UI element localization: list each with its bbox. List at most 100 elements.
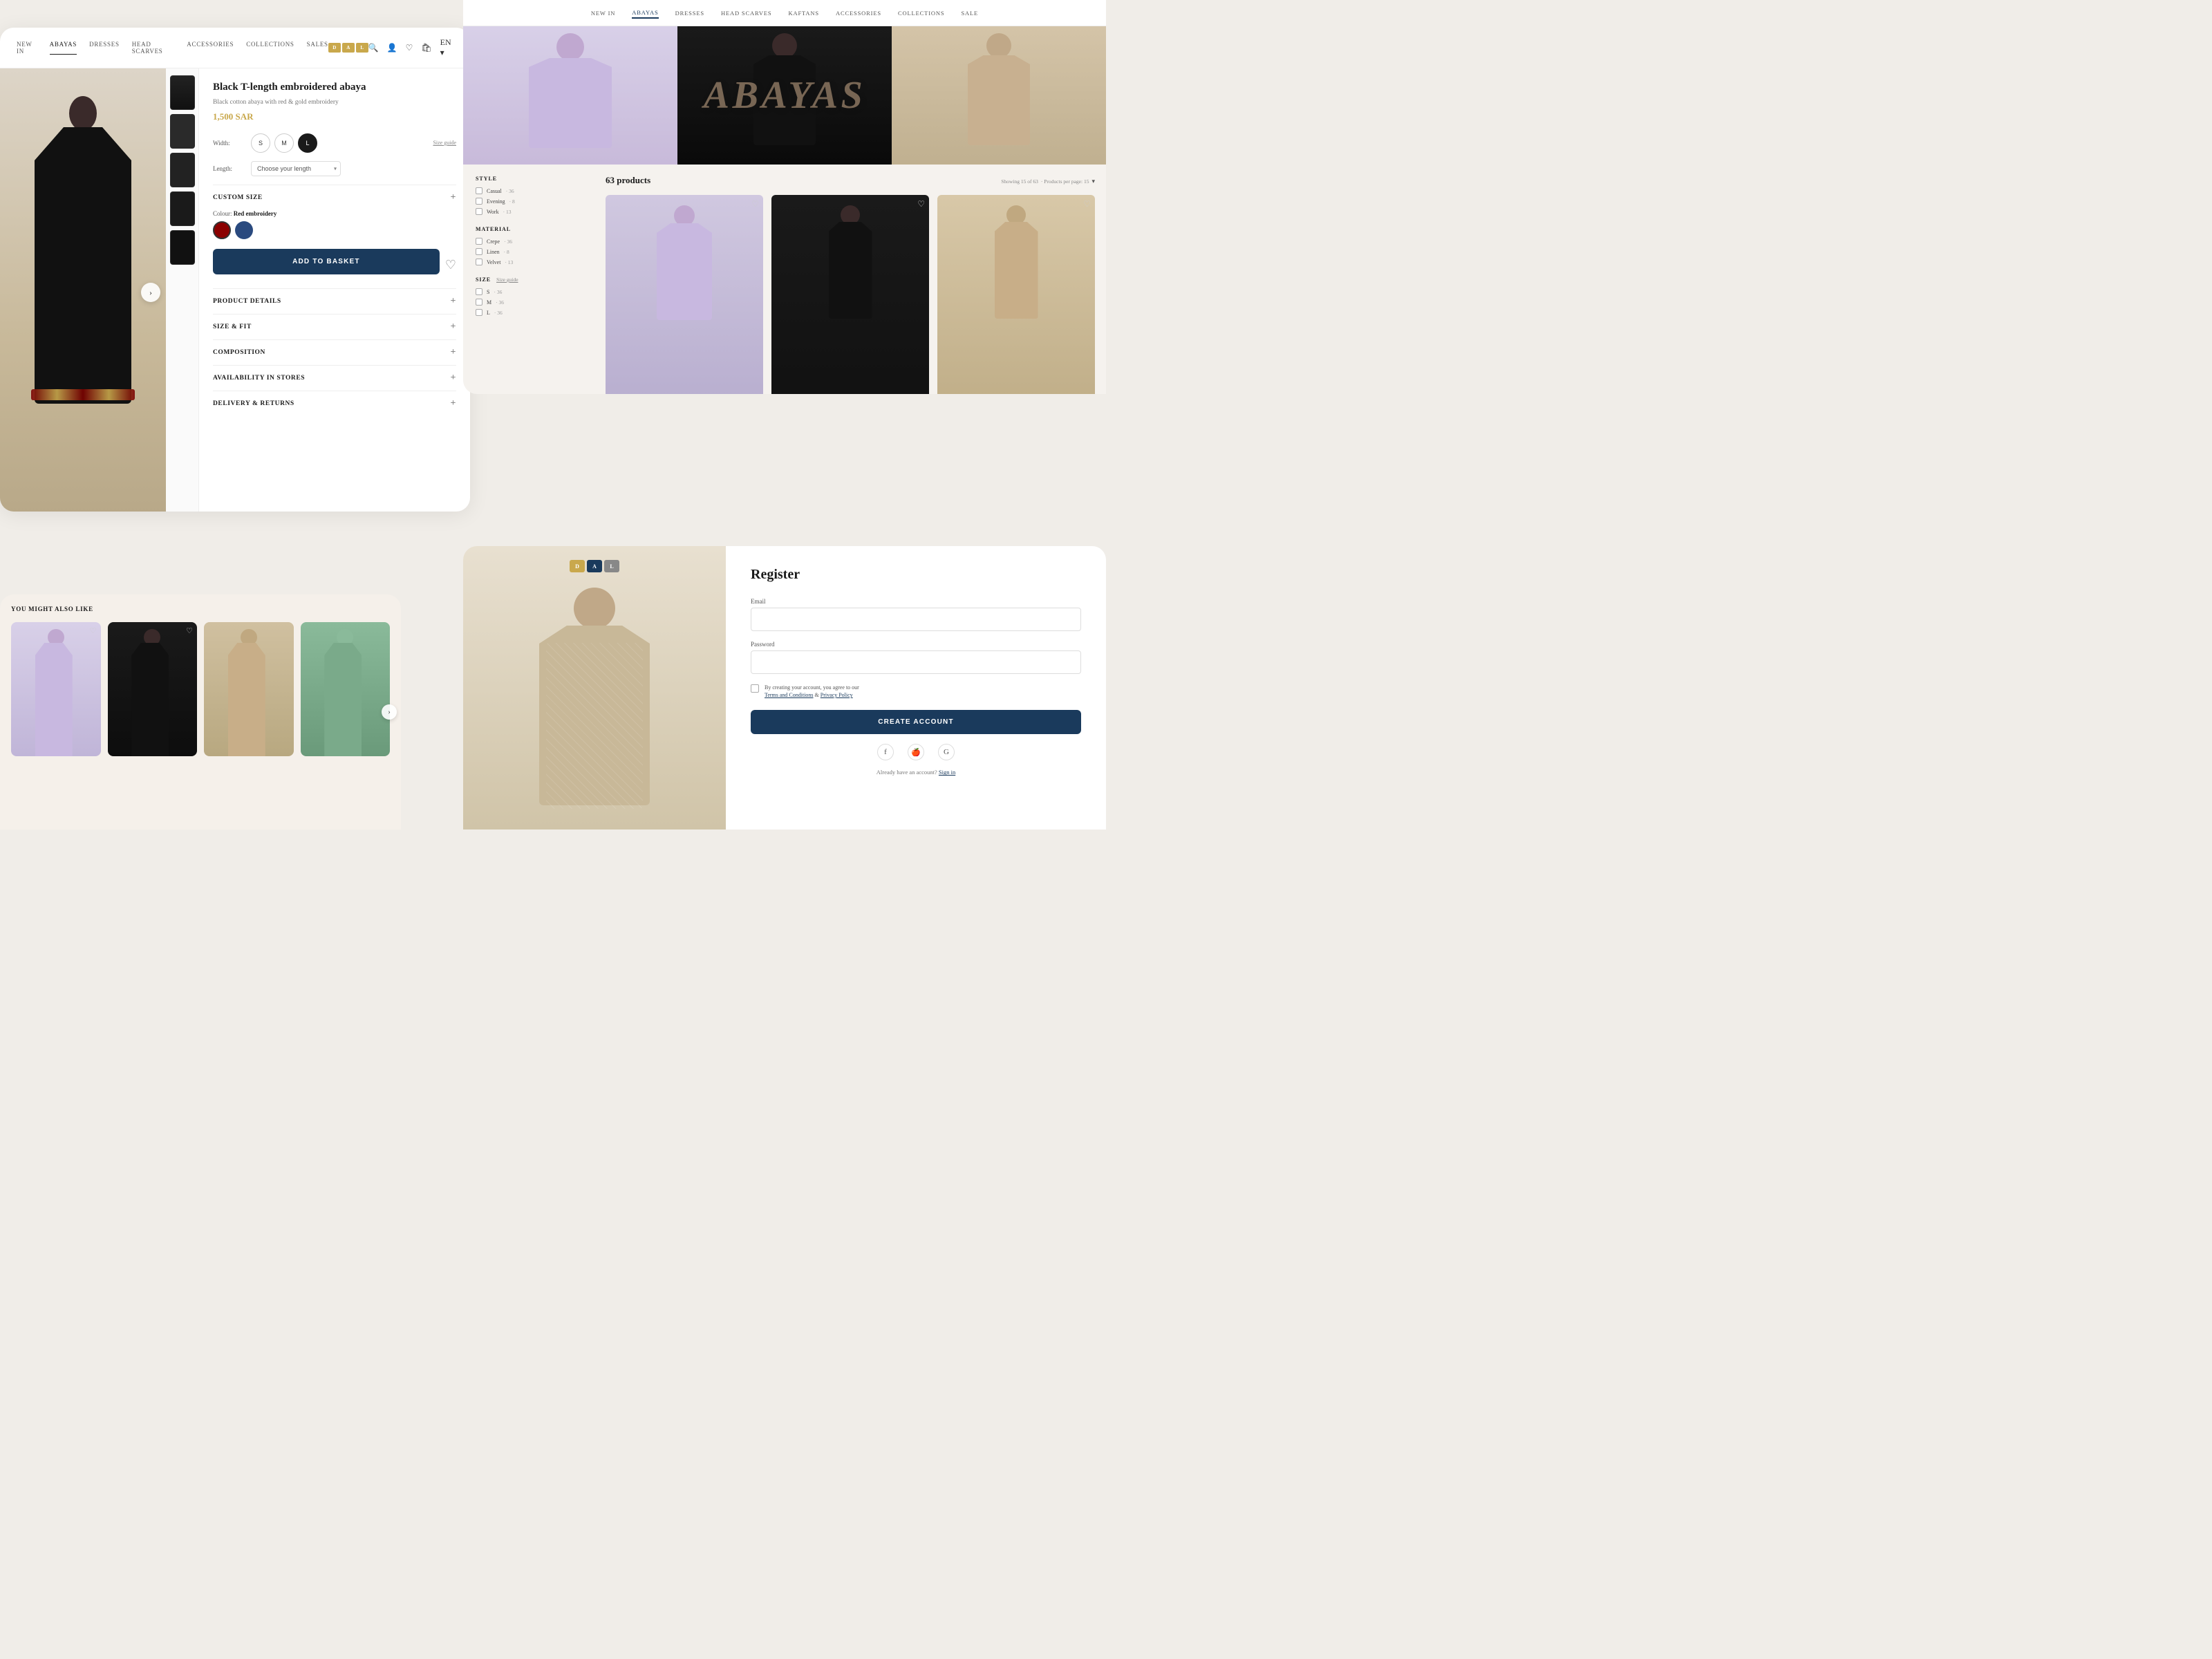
register-panel: D A L Register Email Password By creatin… [463,546,1106,830]
filter-size-m[interactable]: M · 36 [476,299,582,306]
add-to-basket-button[interactable]: ADD TO BASKET [213,249,440,274]
filter-linen-checkbox[interactable] [476,248,482,255]
product-card-3[interactable]: ♡ Beige winter wool emb... 1,500 SAR [937,195,1095,394]
facebook-icon[interactable]: f [877,744,894,760]
product-price: 1,500 SAR [213,111,456,122]
colour-swatch-blue[interactable] [235,221,253,239]
nav-head-scarves[interactable]: HEAD SCARVES [132,41,175,55]
product-card-1[interactable]: ♡ Lilac embroidered silk abaya 1,500 SAR [606,195,763,394]
thumbnail-2[interactable] [170,114,195,149]
availability-section[interactable]: AVAILABILITY IN STORES + [213,365,456,391]
coll-nav-kaftans[interactable]: KAFTANS [788,8,818,18]
nav-abayas[interactable]: ABAYAS [50,41,77,55]
size-l-button[interactable]: L [298,133,317,153]
filter-evening-checkbox[interactable] [476,198,482,205]
hero-fig-3-bg [892,26,1106,165]
nav-dresses[interactable]: DRESSES [89,41,120,55]
register-logo-d: D [570,560,585,572]
size-s-button[interactable]: S [251,133,270,153]
size-fit-toggle[interactable]: + [450,321,456,332]
composition-toggle[interactable]: + [450,347,456,358]
language-selector[interactable]: EN ▾ [440,37,453,58]
coll-nav-dresses[interactable]: DRESSES [675,8,704,18]
thumbnail-3[interactable] [170,153,195,187]
custom-size-toggle[interactable]: + [450,192,456,203]
product-card-2[interactable]: ♡ Black embroidered cotton abaya 1,500 S… [771,195,929,394]
filter-size-m-checkbox[interactable] [476,299,482,306]
coll-nav-abayas[interactable]: ABAYAS [632,8,658,19]
filter-casual[interactable]: Casual · 36 [476,187,582,194]
filter-crepe[interactable]: Crepe · 36 [476,238,582,245]
style-filter-title: STYLE [476,176,582,182]
coll-nav-collections[interactable]: COLLECTIONS [898,8,944,18]
product-card-3-wishlist[interactable]: ♡ [1083,199,1091,209]
also-card-1[interactable]: ♡ [11,622,101,756]
account-icon[interactable]: 👤 [387,43,397,53]
password-input[interactable] [751,650,1081,674]
product-card-2-wishlist[interactable]: ♡ [917,199,925,209]
also-like-next[interactable]: › [382,704,397,720]
size-guide-link[interactable]: Size guide [433,140,456,146]
filter-work[interactable]: Work · 13 [476,208,582,215]
coll-nav-accessories[interactable]: ACCESSORIES [836,8,881,18]
also-card-3-image [204,622,294,756]
thumbnail-4[interactable] [170,191,195,226]
thumbnail-5[interactable] [170,230,195,265]
filter-velvet[interactable]: Velvet · 13 [476,259,582,265]
colour-swatches [213,221,456,239]
filter-size-l[interactable]: L · 36 [476,309,582,316]
product-card-1-wishlist[interactable]: ♡ [751,199,759,209]
nav-collections[interactable]: COLLECTIONS [246,41,294,55]
filter-velvet-checkbox[interactable] [476,259,482,265]
delivery-section[interactable]: DELIVERY & RETURNS + [213,391,456,416]
hero-fig-3 [892,26,1106,165]
per-page-dropdown[interactable]: ▾ [1091,178,1095,185]
custom-size-row[interactable]: CUSTOM SIZE + [213,185,456,210]
filter-size-l-checkbox[interactable] [476,309,482,316]
product-details-toggle[interactable]: + [450,296,456,307]
composition-section[interactable]: COMPOSITION + [213,339,456,365]
length-select[interactable]: Choose your length Short Regular Long [251,161,341,176]
search-icon[interactable]: 🔍 [368,43,379,53]
also-card-4[interactable] [301,622,391,756]
terms-checkbox[interactable] [751,684,759,693]
google-icon[interactable]: G [938,744,955,760]
filter-casual-checkbox[interactable] [476,187,482,194]
email-input[interactable] [751,608,1081,631]
also-card-2-wishlist[interactable]: ♡ [186,626,193,635]
also-card-1-wishlist[interactable]: ♡ [90,626,97,635]
product-card-3-bg [937,195,1095,394]
coll-nav-sale[interactable]: SALE [961,8,978,18]
create-account-button[interactable]: CREATE ACCOUNT [751,710,1081,734]
product-details-section[interactable]: PRODUCT DETAILS + [213,288,456,314]
filter-work-checkbox[interactable] [476,208,482,215]
next-image-button[interactable]: › [141,283,160,302]
size-m-button[interactable]: M [274,133,294,153]
filter-size-s[interactable]: S · 36 [476,288,582,295]
terms-link[interactable]: Terms and Conditions [765,692,814,698]
availability-toggle[interactable]: + [450,373,456,384]
filter-size-s-checkbox[interactable] [476,288,482,295]
apple-icon[interactable]: 🍎 [908,744,924,760]
nav-sales[interactable]: SALES [307,41,328,55]
nav-new-in[interactable]: NEW IN [17,41,37,55]
also-card-2[interactable]: ♡ [108,622,198,756]
filter-crepe-checkbox[interactable] [476,238,482,245]
cart-icon[interactable]: 🛍 [421,43,431,53]
size-filter-guide[interactable]: Size guide [496,276,518,283]
nav-accessories[interactable]: ACCESSORIES [187,41,234,55]
product-subtitle: Black cotton abaya with red & gold embro… [213,99,456,106]
colour-swatch-red[interactable] [213,221,231,239]
coll-nav-new-in[interactable]: NEW IN [591,8,615,18]
add-wishlist-icon[interactable]: ♡ [445,258,456,272]
size-fit-section[interactable]: SIZE & FIT + [213,314,456,339]
login-link[interactable]: Sign in [939,769,955,776]
wishlist-icon[interactable]: ♡ [406,43,413,53]
filter-linen[interactable]: Linen · 8 [476,248,582,255]
delivery-toggle[interactable]: + [450,398,456,409]
also-card-3[interactable] [204,622,294,756]
privacy-link[interactable]: Privacy Policy [821,692,853,698]
thumbnail-1[interactable] [170,75,195,110]
filter-evening[interactable]: Evening · 8 [476,198,582,205]
coll-nav-head-scarves[interactable]: HEAD SCARVES [721,8,772,18]
